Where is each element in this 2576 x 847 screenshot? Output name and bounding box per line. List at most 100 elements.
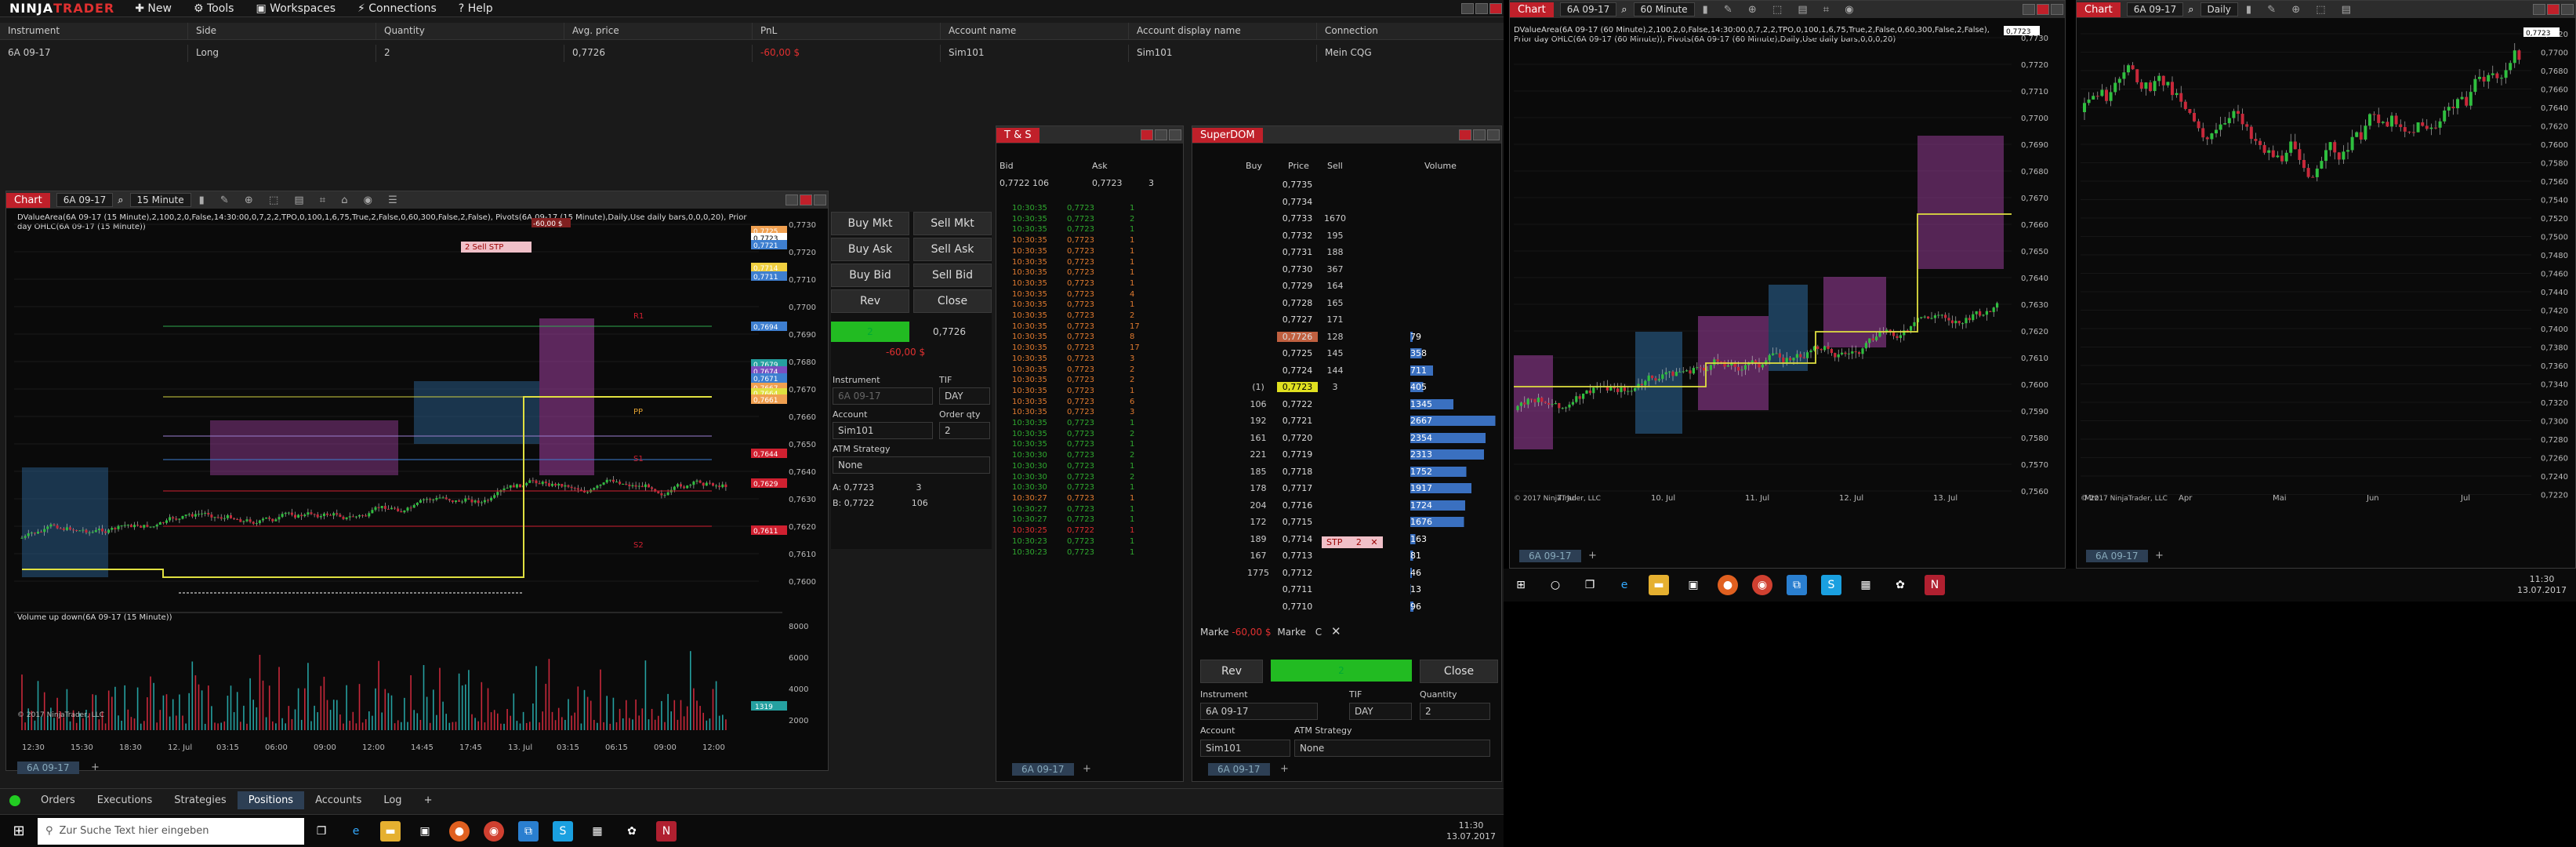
dom-price-row[interactable]: 0,7732 195 xyxy=(1239,227,1498,245)
menu-connections[interactable]: ⚡ Connections xyxy=(346,2,448,15)
chart1-plot[interactable]: 0,7730 0,7720 0,7710 0,7700 0,7690 0,7680 0,76… xyxy=(6,209,829,758)
column-header[interactable]: Avg. price xyxy=(564,23,753,39)
add-tab-icon[interactable]: + xyxy=(413,791,444,809)
maximize-icon[interactable] xyxy=(1475,2,1488,14)
firefox-icon[interactable]: ● xyxy=(449,820,470,842)
minimize-icon[interactable] xyxy=(1155,129,1167,140)
dom-price-cell[interactable]: 0,7714 xyxy=(1277,534,1318,544)
cortana-icon[interactable]: ○ xyxy=(1545,575,1566,595)
dom-price-cell[interactable]: 0,7728 xyxy=(1277,298,1318,308)
taskbar-clock[interactable]: 11:30 13.07.2017 xyxy=(1446,820,1504,842)
account-select[interactable]: Sim101 xyxy=(833,422,933,439)
minimize-icon[interactable] xyxy=(2023,4,2035,15)
file-explorer-icon[interactable]: ▬ xyxy=(1649,575,1669,595)
chrome-icon[interactable]: ◉ xyxy=(484,820,504,842)
positions-grid-row[interactable]: 6A 09-17 Long 2 0,7726 -60,00 $ Sim101 Sim101 M… xyxy=(0,45,1529,62)
order-qty-input[interactable]: 2 xyxy=(939,422,990,439)
dom-price-row[interactable]: 192 0,7721 2667 xyxy=(1239,413,1498,430)
dom-price-row[interactable]: 0,7731 188 xyxy=(1239,244,1498,261)
dom-buy-cell[interactable]: 185 xyxy=(1239,467,1277,477)
tab-strategies[interactable]: Strategies xyxy=(163,791,237,809)
close-icon[interactable] xyxy=(2547,4,2560,15)
dom-price-row[interactable]: 185 0,7718 1752 xyxy=(1239,463,1498,481)
dom-sell-cell[interactable]: 367 xyxy=(1318,264,1352,274)
dom-rev-button[interactable]: Rev xyxy=(1200,660,1263,683)
dom-price-row[interactable]: 0,7733 1670 xyxy=(1239,210,1498,227)
dom-qty-input[interactable]: 2 xyxy=(1420,703,1490,720)
menu-help[interactable]: ? Help xyxy=(448,2,504,15)
dom-atm-select[interactable]: None xyxy=(1294,740,1490,757)
dom-sell-cell[interactable]: 3 xyxy=(1318,382,1352,392)
menu-new[interactable]: ✚ New xyxy=(124,2,183,15)
minimize-icon[interactable] xyxy=(2533,4,2545,15)
store-icon[interactable]: ▣ xyxy=(1683,575,1703,595)
add-tab-icon[interactable]: + xyxy=(1083,763,1091,775)
buy-bid-button[interactable]: Buy Bid xyxy=(831,264,909,287)
close-icon[interactable] xyxy=(2037,4,2049,15)
dom-tab[interactable]: 6A 09-17 xyxy=(1208,763,1270,776)
minimize-icon[interactable] xyxy=(785,194,798,205)
close-icon[interactable] xyxy=(800,194,812,205)
tab-orders[interactable]: Orders xyxy=(30,791,86,809)
ninjatrader-icon[interactable]: N xyxy=(656,820,677,842)
add-tab-icon[interactable]: + xyxy=(2155,550,2164,562)
taskbar-search-box[interactable]: ⚲ Zur Suche Text hier eingeben xyxy=(38,817,304,845)
buy-ask-button[interactable]: Buy Ask xyxy=(831,238,909,261)
app-icon[interactable]: ✿ xyxy=(1890,575,1910,595)
chart3-interval-selector[interactable]: Daily xyxy=(2200,2,2238,16)
tab-log[interactable]: Log xyxy=(372,791,412,809)
dom-ladder[interactable]: 0,7735 0,7734 0,7733 1670 0,7732 195 0,7731 188… xyxy=(1239,176,1498,615)
menu-workspaces[interactable]: ▣ Workspaces xyxy=(245,2,346,15)
dom-price-row[interactable]: 0,7724 144 711 xyxy=(1239,362,1498,380)
dom-price-cell[interactable]: 0,7719 xyxy=(1277,449,1318,460)
edge-icon[interactable]: e xyxy=(1614,575,1634,595)
close-icon[interactable] xyxy=(1489,2,1502,14)
column-header[interactable]: Instrument xyxy=(0,23,188,39)
chart1-instrument-selector[interactable]: 6A 09-17 xyxy=(56,193,114,207)
close-icon[interactable]: ✕ xyxy=(1331,624,1341,638)
dom-buy-cell[interactable]: 167 xyxy=(1239,551,1277,561)
chart2-instrument-selector[interactable]: 6A 09-17 xyxy=(1559,2,1617,16)
minimize-icon[interactable] xyxy=(1461,2,1474,14)
dom-price-cell[interactable]: 0,7722 xyxy=(1277,399,1318,409)
dom-buy-cell[interactable]: 161 xyxy=(1239,433,1277,443)
column-header[interactable]: PnL xyxy=(753,23,941,39)
close-icon[interactable] xyxy=(1141,129,1153,140)
chart3-tab[interactable]: 6A 09-17 xyxy=(2086,550,2148,562)
dom-price-cell[interactable]: 0,7725 xyxy=(1277,348,1318,358)
skype-icon[interactable]: S xyxy=(1821,575,1841,595)
maximize-icon[interactable] xyxy=(2051,4,2063,15)
dom-price-row[interactable]: 106 0,7722 1345 xyxy=(1239,396,1498,413)
add-tab-icon[interactable]: + xyxy=(1280,763,1289,775)
dom-stop-order-marker[interactable]: STP 2 ✕ xyxy=(1322,536,1383,548)
add-tab-icon[interactable]: + xyxy=(1588,550,1597,562)
edge-icon[interactable]: e xyxy=(346,821,366,842)
dom-sell-cell[interactable]: 128 xyxy=(1318,332,1352,342)
task-view-icon[interactable]: ❐ xyxy=(311,821,332,842)
windows-start-icon[interactable]: ⊞ xyxy=(1511,575,1531,595)
dom-sell-cell[interactable]: 188 xyxy=(1318,247,1352,257)
app-icon[interactable]: ✿ xyxy=(622,821,642,842)
dom-price-row[interactable]: 0,7726 128 79 xyxy=(1239,329,1498,346)
column-header[interactable]: Side xyxy=(188,23,376,39)
dom-sell-cell[interactable]: 165 xyxy=(1318,298,1352,308)
dom-buy-cell[interactable]: 221 xyxy=(1239,449,1277,460)
dom-price-row[interactable]: 0,7730 367 xyxy=(1239,261,1498,278)
chart3-plot[interactable]: 0,77200,77000,76800,76600,76400,76200,76… xyxy=(2077,18,2576,567)
dom-price-row[interactable]: 0,7728 165 xyxy=(1239,295,1498,312)
dom-price-row[interactable]: 178 0,7717 1917 xyxy=(1239,480,1498,497)
dom-buy-cell[interactable]: 189 xyxy=(1239,534,1277,544)
dom-price-row[interactable]: 204 0,7716 1724 xyxy=(1239,497,1498,514)
instrument-field[interactable]: 6A 09-17 xyxy=(833,387,933,405)
dom-price-row[interactable]: 0,7727 171 xyxy=(1239,311,1498,329)
dom-price-cell[interactable]: 0,7729 xyxy=(1277,281,1318,291)
dom-price-row[interactable]: 172 0,7715 1676 xyxy=(1239,514,1498,531)
skype-icon[interactable]: S xyxy=(553,820,573,842)
dom-buy-cell[interactable]: 192 xyxy=(1239,416,1277,426)
firefox-icon[interactable]: ● xyxy=(1718,575,1738,595)
dom-price-row[interactable]: 167 0,7713 81 xyxy=(1239,547,1498,565)
sell-ask-button[interactable]: Sell Ask xyxy=(913,238,992,261)
dom-price-cell[interactable]: 0,7731 xyxy=(1277,247,1318,257)
windows-start-icon[interactable]: ⊞ xyxy=(0,823,38,839)
dom-instrument-select[interactable]: 6A 09-17 xyxy=(1200,703,1318,720)
